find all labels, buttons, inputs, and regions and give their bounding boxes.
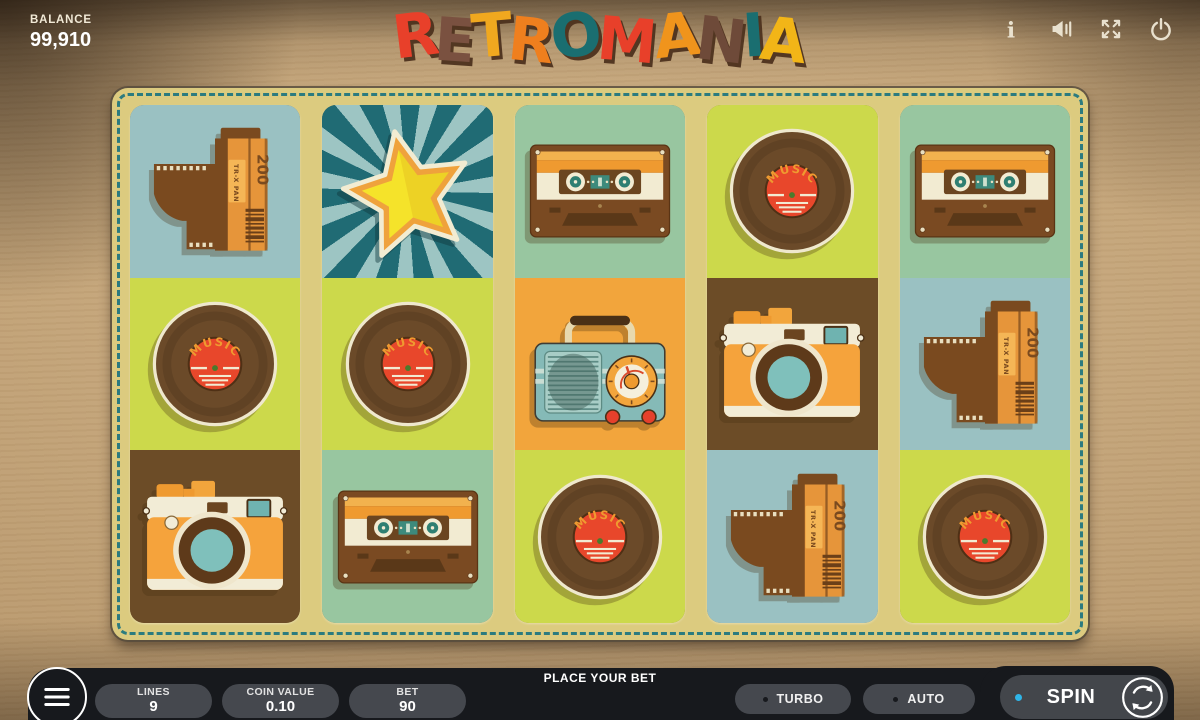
turbo-label: TURBO: [777, 692, 824, 706]
auto-label: AUTO: [907, 692, 944, 706]
spin-indicator-dot: [1015, 694, 1022, 701]
reel-3: [515, 105, 685, 623]
balance-label: BALANCE: [30, 14, 92, 26]
stat-bet[interactable]: BET90: [349, 684, 466, 718]
cell-camera: [707, 278, 877, 451]
power-icon[interactable]: [1148, 16, 1174, 42]
balance: BALANCE 99,910: [30, 14, 92, 52]
game-stage: BALANCE 99,910 RETROMANIA i: [0, 0, 1200, 720]
auto-button[interactable]: AUTO: [863, 684, 975, 714]
cell-vinyl: [130, 278, 300, 451]
cell-vinyl: [707, 105, 877, 278]
spin-arrows-icon: [1120, 675, 1165, 720]
fullscreen-icon[interactable]: [1098, 16, 1124, 42]
cell-cassette: [900, 105, 1070, 278]
turbo-button[interactable]: TURBO: [735, 684, 851, 714]
hamburger-icon: [29, 669, 85, 720]
cassette-symbol-icon: [521, 112, 679, 270]
cell-film: [130, 105, 300, 278]
vinyl-symbol-icon: [335, 291, 481, 437]
cell-cassette: [515, 105, 685, 278]
turbo-indicator-dot: [763, 697, 768, 702]
cell-radio: [515, 278, 685, 451]
top-icon-bar: i: [998, 16, 1174, 42]
stat-value: 0.10: [236, 698, 325, 715]
reel-1: [130, 105, 300, 623]
logo-letter: M: [595, 8, 660, 73]
spin-button[interactable]: SPIN: [1000, 675, 1168, 719]
vinyl-symbol-icon: [142, 291, 288, 437]
cassette-symbol-icon: [906, 112, 1064, 270]
camera-symbol-icon: [136, 458, 294, 616]
cell-vinyl: [515, 450, 685, 623]
stat-value: 9: [109, 698, 198, 715]
reel-5: [900, 105, 1070, 623]
cell-vinyl: [322, 278, 492, 451]
reel-4: [707, 105, 877, 623]
stat-lines[interactable]: LINES9: [95, 684, 212, 718]
stat-coin-value[interactable]: COIN VALUE0.10: [222, 684, 339, 718]
reels: [130, 105, 1070, 623]
balance-value: 99,910: [30, 29, 92, 52]
cell-vinyl: [900, 450, 1070, 623]
film-symbol-icon: [721, 466, 863, 608]
info-icon[interactable]: i: [998, 16, 1024, 42]
cell-cassette: [322, 450, 492, 623]
auto-indicator-dot: [893, 697, 898, 702]
film-symbol-icon: [914, 293, 1056, 435]
stat-value: 90: [363, 698, 452, 715]
stat-label: LINES: [109, 686, 198, 698]
reel-2: [322, 105, 492, 623]
cassette-symbol-icon: [329, 458, 487, 616]
cell-film: [900, 278, 1070, 451]
cell-star: [322, 105, 492, 278]
vinyl-symbol-icon: [719, 118, 865, 264]
stat-label: BET: [363, 686, 452, 698]
camera-symbol-icon: [713, 285, 871, 443]
star-symbol-icon: [330, 113, 486, 269]
film-symbol-icon: [144, 120, 286, 262]
vinyl-symbol-icon: [527, 464, 673, 610]
cell-camera: [130, 450, 300, 623]
slot-board: [112, 88, 1088, 640]
spin-label: SPIN: [1022, 686, 1120, 709]
menu-button[interactable]: [27, 667, 87, 720]
vinyl-symbol-icon: [912, 464, 1058, 610]
logo-letter: A: [757, 9, 809, 74]
game-logo: RETROMANIA: [395, 6, 806, 66]
cell-film: [707, 450, 877, 623]
sound-icon[interactable]: [1048, 16, 1074, 42]
bet-stats: LINES9 COIN VALUE0.10 BET90: [95, 684, 466, 718]
stat-label: COIN VALUE: [236, 686, 325, 698]
svg-text:i: i: [1007, 19, 1015, 42]
radio-symbol-icon: [521, 285, 679, 443]
